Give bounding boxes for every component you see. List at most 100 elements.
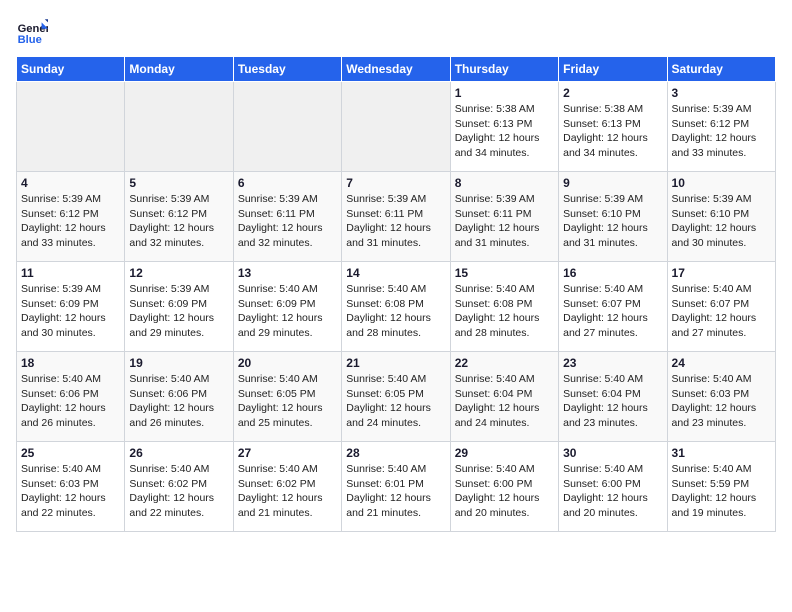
day-number: 10 (672, 176, 771, 190)
calendar-cell: 3 Sunrise: 5:39 AM Sunset: 6:12 PM Daylig… (667, 82, 775, 172)
day-info: Sunrise: 5:39 AM Sunset: 6:09 PM Dayligh… (129, 282, 228, 341)
day-info: Sunrise: 5:40 AM Sunset: 6:05 PM Dayligh… (238, 372, 337, 431)
day-number: 26 (129, 446, 228, 460)
calendar-cell: 22 Sunrise: 5:40 AM Sunset: 6:04 PM Dayli… (450, 352, 558, 442)
day-number: 23 (563, 356, 662, 370)
day-header-thursday: Thursday (450, 57, 558, 82)
day-info: Sunrise: 5:40 AM Sunset: 6:05 PM Dayligh… (346, 372, 445, 431)
calendar-cell: 30 Sunrise: 5:40 AM Sunset: 6:00 PM Dayli… (559, 442, 667, 532)
calendar-cell: 11 Sunrise: 5:39 AM Sunset: 6:09 PM Dayli… (17, 262, 125, 352)
calendar-cell: 29 Sunrise: 5:40 AM Sunset: 6:00 PM Dayli… (450, 442, 558, 532)
calendar-cell: 18 Sunrise: 5:40 AM Sunset: 6:06 PM Dayli… (17, 352, 125, 442)
day-info: Sunrise: 5:40 AM Sunset: 6:08 PM Dayligh… (455, 282, 554, 341)
day-number: 17 (672, 266, 771, 280)
calendar-cell: 5Sunrise: 5:39 AM Sunset: 6:12 PM Daylig… (125, 172, 233, 262)
header: General Blue (16, 16, 776, 48)
calendar-cell: 10 Sunrise: 5:39 AM Sunset: 6:10 PM Dayli… (667, 172, 775, 262)
calendar-cell (125, 82, 233, 172)
day-header-wednesday: Wednesday (342, 57, 450, 82)
day-info: Sunrise: 5:39 AM Sunset: 6:09 PM Dayligh… (21, 282, 120, 341)
calendar-cell: 16 Sunrise: 5:40 AM Sunset: 6:07 PM Dayli… (559, 262, 667, 352)
calendar-cell: 20 Sunrise: 5:40 AM Sunset: 6:05 PM Dayli… (233, 352, 341, 442)
day-info: Sunrise: 5:39 AM Sunset: 6:12 PM Dayligh… (672, 102, 771, 161)
calendar-cell: 19Sunrise: 5:40 AM Sunset: 6:06 PM Dayli… (125, 352, 233, 442)
day-info: Sunrise: 5:40 AM Sunset: 6:00 PM Dayligh… (455, 462, 554, 521)
day-info: Sunrise: 5:40 AM Sunset: 6:09 PM Dayligh… (238, 282, 337, 341)
day-info: Sunrise: 5:39 AM Sunset: 6:10 PM Dayligh… (563, 192, 662, 251)
day-info: Sunrise: 5:40 AM Sunset: 6:03 PM Dayligh… (21, 462, 120, 521)
calendar-cell: 2 Sunrise: 5:38 AM Sunset: 6:13 PM Daylig… (559, 82, 667, 172)
day-number: 31 (672, 446, 771, 460)
calendar-cell (17, 82, 125, 172)
day-number: 15 (455, 266, 554, 280)
week-row-4: 18 Sunrise: 5:40 AM Sunset: 6:06 PM Dayli… (17, 352, 776, 442)
day-number: 5 (129, 176, 228, 190)
day-number: 13 (238, 266, 337, 280)
logo-icon: General Blue (16, 16, 48, 48)
calendar-cell: 4 Sunrise: 5:39 AM Sunset: 6:12 PM Daylig… (17, 172, 125, 262)
day-number: 14 (346, 266, 445, 280)
day-number: 2 (563, 86, 662, 100)
day-info: Sunrise: 5:40 AM Sunset: 6:02 PM Dayligh… (129, 462, 228, 521)
logo: General Blue (16, 16, 52, 48)
day-info: Sunrise: 5:40 AM Sunset: 6:08 PM Dayligh… (346, 282, 445, 341)
day-info: Sunrise: 5:40 AM Sunset: 6:07 PM Dayligh… (672, 282, 771, 341)
day-number: 12 (129, 266, 228, 280)
day-number: 6 (238, 176, 337, 190)
day-info: Sunrise: 5:40 AM Sunset: 6:03 PM Dayligh… (672, 372, 771, 431)
day-number: 7 (346, 176, 445, 190)
week-row-5: 25Sunrise: 5:40 AM Sunset: 6:03 PM Dayli… (17, 442, 776, 532)
calendar-header-row: SundayMondayTuesdayWednesdayThursdayFrid… (17, 57, 776, 82)
day-number: 1 (455, 86, 554, 100)
day-number: 29 (455, 446, 554, 460)
day-number: 30 (563, 446, 662, 460)
calendar-cell: 27 Sunrise: 5:40 AM Sunset: 6:02 PM Dayli… (233, 442, 341, 532)
calendar-cell: 15 Sunrise: 5:40 AM Sunset: 6:08 PM Dayli… (450, 262, 558, 352)
calendar-cell: 12 Sunrise: 5:39 AM Sunset: 6:09 PM Dayli… (125, 262, 233, 352)
day-number: 3 (672, 86, 771, 100)
calendar-cell: 17 Sunrise: 5:40 AM Sunset: 6:07 PM Dayli… (667, 262, 775, 352)
week-row-2: 4 Sunrise: 5:39 AM Sunset: 6:12 PM Daylig… (17, 172, 776, 262)
calendar-cell: 1Sunrise: 5:38 AM Sunset: 6:13 PM Daylig… (450, 82, 558, 172)
day-info: Sunrise: 5:39 AM Sunset: 6:12 PM Dayligh… (21, 192, 120, 251)
day-info: Sunrise: 5:39 AM Sunset: 6:11 PM Dayligh… (238, 192, 337, 251)
calendar-cell: 8Sunrise: 5:39 AM Sunset: 6:11 PM Daylig… (450, 172, 558, 262)
day-info: Sunrise: 5:38 AM Sunset: 6:13 PM Dayligh… (563, 102, 662, 161)
calendar-cell: 31 Sunrise: 5:40 AM Sunset: 5:59 PM Dayli… (667, 442, 775, 532)
calendar-cell: 26 Sunrise: 5:40 AM Sunset: 6:02 PM Dayli… (125, 442, 233, 532)
day-header-saturday: Saturday (667, 57, 775, 82)
day-info: Sunrise: 5:40 AM Sunset: 6:00 PM Dayligh… (563, 462, 662, 521)
day-info: Sunrise: 5:40 AM Sunset: 5:59 PM Dayligh… (672, 462, 771, 521)
day-number: 16 (563, 266, 662, 280)
calendar-table: SundayMondayTuesdayWednesdayThursdayFrid… (16, 56, 776, 532)
day-info: Sunrise: 5:39 AM Sunset: 6:10 PM Dayligh… (672, 192, 771, 251)
day-info: Sunrise: 5:40 AM Sunset: 6:07 PM Dayligh… (563, 282, 662, 341)
calendar-cell: 6 Sunrise: 5:39 AM Sunset: 6:11 PM Daylig… (233, 172, 341, 262)
day-number: 22 (455, 356, 554, 370)
day-info: Sunrise: 5:40 AM Sunset: 6:04 PM Dayligh… (455, 372, 554, 431)
calendar-cell: 24Sunrise: 5:40 AM Sunset: 6:03 PM Dayli… (667, 352, 775, 442)
week-row-1: 1 Sunrise: 5:38 AM Sunset: 6:13 PM Daylig… (17, 82, 776, 172)
day-header-friday: Friday (559, 57, 667, 82)
day-info: Sunrise: 5:40 AM Sunset: 6:02 PM Dayligh… (238, 462, 337, 521)
day-header-sunday: Sunday (17, 57, 125, 82)
day-number: 9 (563, 176, 662, 190)
day-number: 21 (346, 356, 445, 370)
calendar-cell: 21 Sunrise: 5:40 AM Sunset: 6:05 PM Dayli… (342, 352, 450, 442)
week-row-3: 11 Sunrise: 5:39 AM Sunset: 6:09 PM Dayli… (17, 262, 776, 352)
calendar-cell: 7Sunrise: 5:39 AM Sunset: 6:11 PM Daylig… (342, 172, 450, 262)
day-number: 11 (21, 266, 120, 280)
day-number: 28 (346, 446, 445, 460)
day-info: Sunrise: 5:40 AM Sunset: 6:06 PM Dayligh… (21, 372, 120, 431)
day-number: 4 (21, 176, 120, 190)
day-number: 20 (238, 356, 337, 370)
day-info: Sunrise: 5:40 AM Sunset: 6:06 PM Dayligh… (129, 372, 228, 431)
day-number: 27 (238, 446, 337, 460)
day-number: 18 (21, 356, 120, 370)
svg-text:Blue: Blue (18, 34, 42, 46)
day-info: Sunrise: 5:39 AM Sunset: 6:11 PM Dayligh… (455, 192, 554, 251)
day-header-monday: Monday (125, 57, 233, 82)
calendar-cell (342, 82, 450, 172)
day-header-tuesday: Tuesday (233, 57, 341, 82)
calendar-cell: 9 Sunrise: 5:39 AM Sunset: 6:10 PM Daylig… (559, 172, 667, 262)
